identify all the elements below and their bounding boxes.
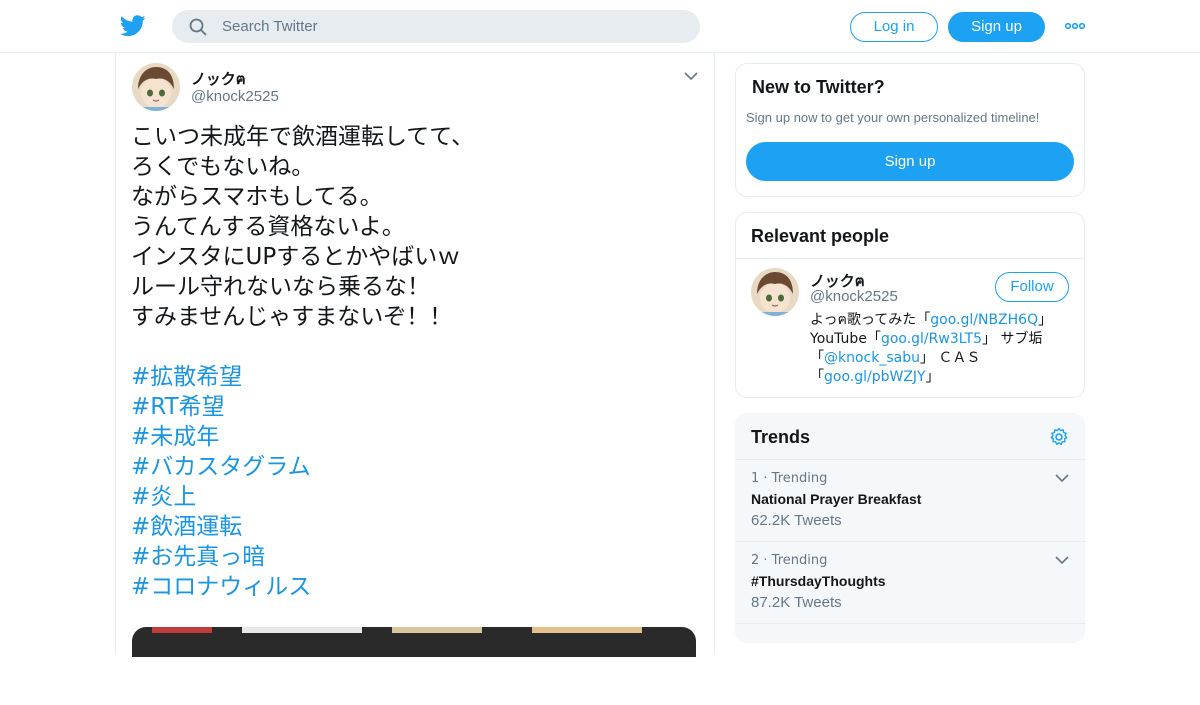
signup-button[interactable]: Sign up (948, 12, 1045, 42)
hashtag-link[interactable]: #炎上 (131, 482, 691, 512)
new-to-twitter-card: New to Twitter? Sign up now to get your … (735, 63, 1085, 197)
search-icon (189, 18, 207, 36)
chevron-down-icon[interactable] (684, 71, 698, 81)
bio-text: 「 (810, 350, 824, 366)
trend-count: 62.2K Tweets (751, 512, 842, 529)
bio-text: 」 ＣＡＳ (919, 350, 981, 366)
person-bio: よっฅ歌ってみた「goo.gl/NBZH6Q」 YouTube「goo.gl/R… (810, 311, 1076, 387)
hashtag-link[interactable]: #飲酒運転 (131, 512, 691, 542)
bio-text: 」 (925, 369, 940, 385)
hashtag-link[interactable]: #お先真っ暗 (131, 542, 691, 572)
search-box[interactable] (172, 10, 700, 43)
bio-text: 「 (810, 369, 824, 385)
trend-meta: 1 · Trending (751, 471, 828, 486)
more-dots-icon[interactable] (1065, 20, 1085, 32)
tweet-text: こいつ未成年で飲酒運転してて、 ろくでもないね。 ながらスマホもしてる。 うんて… (131, 122, 691, 602)
avatar-illustration (751, 268, 799, 316)
card-title: Trends (751, 427, 811, 447)
bio-link[interactable]: goo.gl/NBZH6Q (930, 312, 1038, 328)
trends-card: Trends 1 · Trending National Prayer Brea… (735, 413, 1086, 643)
bio-text: 」 (1038, 312, 1053, 328)
tweet-line: すみませんじゃすまないぞ！！ (131, 304, 453, 330)
bio-text: YouTube「 (810, 331, 881, 347)
hashtag-link[interactable]: #拡散希望 (131, 362, 691, 392)
follow-button[interactable]: Follow (995, 272, 1069, 302)
tweet-media-image[interactable] (132, 627, 696, 657)
chevron-down-icon[interactable] (1055, 473, 1069, 483)
trend-count: 87.2K Tweets (751, 594, 842, 611)
tweet-line: ながらスマホもしてる。 (131, 184, 383, 210)
top-navigation-bar: Log in Sign up (0, 0, 1200, 53)
tweet-line: うんてんする資格ないよ。 (131, 214, 405, 240)
chevron-down-icon[interactable] (1055, 555, 1069, 565)
login-button[interactable]: Log in (850, 12, 938, 42)
avatar[interactable] (751, 268, 799, 316)
avatar-illustration (132, 63, 180, 111)
relevant-people-card: Relevant people ノックฅ @knock2525 Follow よ… (735, 212, 1085, 398)
trend-item[interactable] (736, 623, 1086, 705)
hashtag-link[interactable]: #RT希望 (131, 392, 691, 422)
gear-icon[interactable] (1049, 427, 1069, 447)
tweet-line: ルール守れないなら乗るな！ (131, 274, 430, 300)
bio-link[interactable]: goo.gl/Rw3LT5 (881, 331, 982, 347)
bio-line: YouTube「goo.gl/Rw3LT5」 サブ垢 (810, 330, 1076, 349)
hashtag-link[interactable]: #バカスタグラム (131, 452, 691, 482)
trend-name[interactable]: National Prayer Breakfast (751, 491, 921, 507)
bio-link[interactable]: goo.gl/pbWZJY (824, 369, 926, 385)
author-handle[interactable]: @knock2525 (191, 88, 279, 105)
tweet-line: インスタにUPするとかやばいｗ (131, 244, 461, 270)
avatar[interactable] (132, 63, 180, 111)
hashtag-link[interactable]: #コロナウィルス (131, 572, 691, 602)
trend-item[interactable]: 1 · Trending National Prayer Breakfast 6… (736, 459, 1086, 541)
bio-text: よっฅ歌ってみた「 (810, 312, 931, 328)
bio-mention-link[interactable]: @knock_sabu (824, 350, 920, 366)
bio-text: 」 サブ垢 (982, 331, 1043, 347)
divider (736, 258, 1084, 259)
bio-line: 「@knock_sabu」 ＣＡＳ (810, 349, 1076, 368)
bio-line: 「goo.gl/pbWZJY」 (810, 368, 1076, 387)
signup-button[interactable]: Sign up (746, 142, 1074, 181)
person-handle[interactable]: @knock2525 (810, 288, 898, 305)
trend-name[interactable]: #ThursdayThoughts (751, 573, 886, 589)
card-subtitle: Sign up now to get your own personalized… (746, 110, 1040, 125)
trend-item[interactable]: 2 · Trending #ThursdayThoughts 87.2K Twe… (736, 541, 1086, 623)
card-title: Relevant people (751, 226, 890, 246)
tweet: ノックฅ @knock2525 こいつ未成年で飲酒運転してて、 ろくでもないね。… (115, 53, 715, 657)
tweet-line: ろくでもないね。 (131, 154, 315, 180)
hashtag-link[interactable]: #未成年 (131, 422, 691, 452)
card-title: New to Twitter? (752, 77, 885, 97)
twitter-bird-icon[interactable] (120, 14, 146, 38)
tweet-line: こいつ未成年で飲酒運転してて、 (131, 124, 475, 150)
search-input[interactable] (222, 10, 682, 43)
bio-line: よっฅ歌ってみた「goo.gl/NBZH6Q」 (810, 311, 1076, 330)
trend-meta: 2 · Trending (751, 553, 828, 568)
